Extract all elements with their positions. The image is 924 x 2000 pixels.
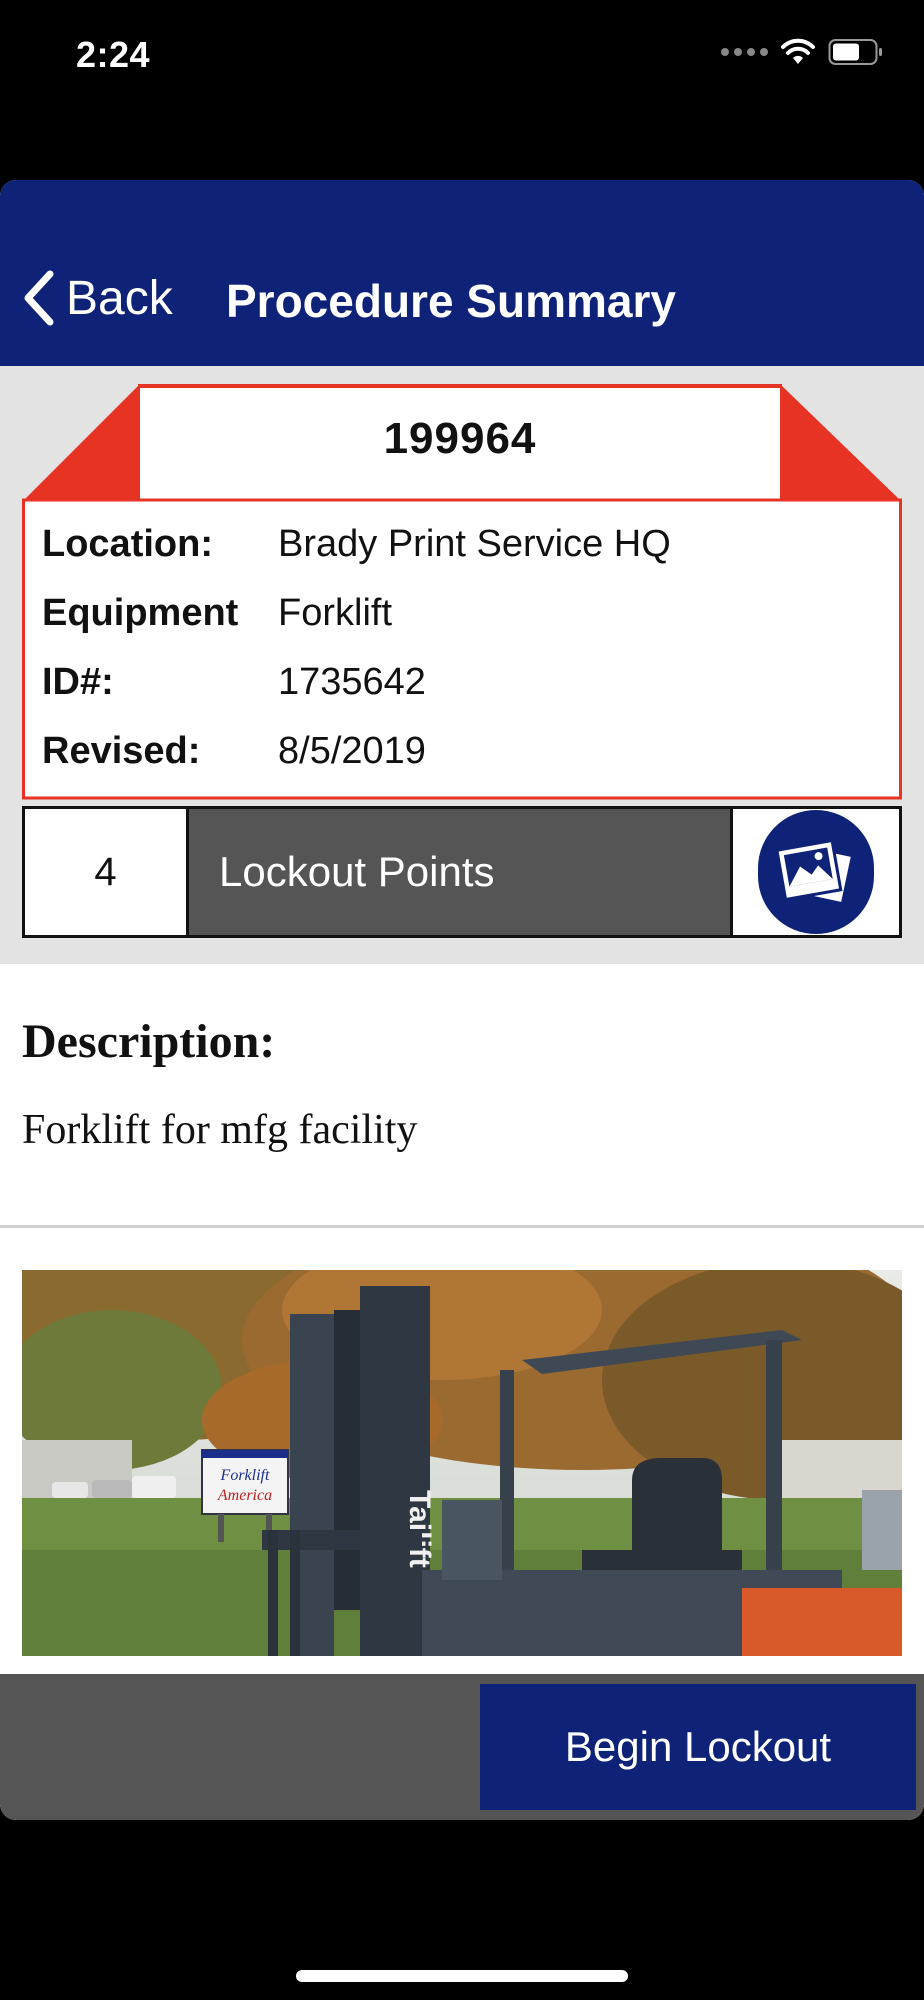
revised-label: Revised: xyxy=(42,730,201,772)
gallery-icon-background xyxy=(758,810,874,934)
detail-row-location: Location: Brady Print Service HQ xyxy=(42,510,882,579)
photo-gallery-button[interactable] xyxy=(733,809,899,935)
begin-lockout-button[interactable]: Begin Lockout xyxy=(480,1684,916,1810)
detail-row-revised: Revised: 8/5/2019 xyxy=(42,717,882,786)
bottom-action-bar: Begin Lockout xyxy=(0,1674,924,1820)
lockout-points-label: Lockout Points xyxy=(189,809,733,935)
description-heading: Description: xyxy=(22,1015,276,1068)
equipment-value: Forklift xyxy=(278,592,392,634)
wifi-icon xyxy=(781,38,815,64)
equipment-photo[interactable]: Forklift America Tailift xyxy=(22,1270,902,1656)
equipment-label: Equipment xyxy=(42,592,239,634)
status-icons xyxy=(721,38,884,66)
signal-icon xyxy=(721,48,768,56)
tag-details: Location: Brady Print Service HQ Equipme… xyxy=(42,510,882,786)
status-bar: 2:24 xyxy=(0,0,924,110)
photos-icon xyxy=(775,838,854,905)
id-label: ID#: xyxy=(42,661,114,703)
back-button[interactable]: Back xyxy=(22,270,173,326)
chevron-left-icon xyxy=(24,270,54,326)
location-value: Brady Print Service HQ xyxy=(278,523,671,565)
revised-value: 8/5/2019 xyxy=(278,730,426,772)
back-label: Back xyxy=(66,271,173,325)
page-title: Procedure Summary xyxy=(226,275,676,327)
home-indicator[interactable] xyxy=(296,1970,628,1982)
navigation-bar: Back Procedure Summary xyxy=(0,180,924,366)
lockout-points-strip[interactable]: 4 Lockout Points xyxy=(22,806,902,938)
mast-brand: Tailift xyxy=(403,1490,436,1568)
status-time: 2:24 xyxy=(76,34,151,75)
detail-row-id: ID#: 1735642 xyxy=(42,648,882,717)
procedure-number: 199964 xyxy=(383,414,537,463)
battery-icon xyxy=(828,39,882,65)
location-label: Location: xyxy=(42,523,213,565)
procedure-tag: 199964 Location: Brady Print Service HQ … xyxy=(22,382,902,800)
description-section: Description: Forklift for mfg facility xyxy=(0,964,924,1228)
description-text: Forklift for mfg facility xyxy=(22,1107,418,1153)
lockout-points-count: 4 xyxy=(25,809,189,935)
id-value: 1735642 xyxy=(278,661,426,703)
sign-line-1: Forklift xyxy=(220,1467,270,1484)
sign-line-2: America xyxy=(217,1487,272,1504)
forklift-image: Forklift America Tailift xyxy=(22,1270,902,1656)
detail-row-equipment: Equipment Forklift xyxy=(42,579,882,648)
app-screen: Back Procedure Summary 199964 Location: … xyxy=(0,180,924,1820)
